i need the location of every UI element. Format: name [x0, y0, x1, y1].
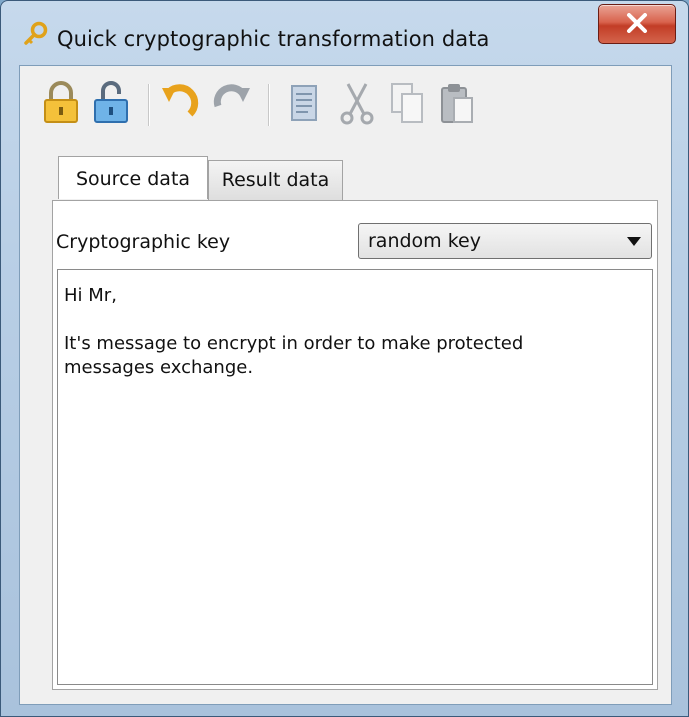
cut-icon — [340, 83, 374, 125]
toolbar-separator — [148, 84, 149, 126]
paste-icon — [441, 84, 473, 123]
encrypt-button[interactable] — [40, 80, 82, 126]
cut-button[interactable] — [336, 80, 378, 126]
undo-button[interactable] — [160, 80, 202, 126]
lock-open-icon — [94, 81, 128, 123]
document-icon — [291, 85, 317, 121]
undo-icon — [162, 84, 199, 117]
tab-result-data[interactable]: Result data — [208, 160, 343, 200]
close-icon — [627, 13, 647, 33]
toolbar — [20, 66, 671, 142]
message-line: messages exchange. — [64, 357, 254, 378]
copy-button[interactable] — [386, 80, 428, 126]
select-all-button[interactable] — [282, 80, 324, 126]
cryptographic-key-label: Cryptographic key — [56, 231, 231, 253]
key-select[interactable]: random key — [358, 223, 652, 259]
lock-closed-icon — [44, 81, 78, 123]
window-title: Quick cryptographic transformation data — [57, 27, 490, 51]
source-data-panel: Cryptographic key random key Hi Mr, It's… — [52, 200, 658, 690]
client-area: Source data Result data Cryptographic ke… — [19, 65, 672, 705]
redo-icon — [213, 84, 250, 108]
app-window: Quick cryptographic transformation data — [0, 0, 689, 717]
message-textarea[interactable]: Hi Mr, It's message to encrypt in order … — [57, 269, 653, 685]
title-bar: Quick cryptographic transformation data — [1, 1, 688, 51]
message-line: It's message to encrypt in order to make… — [64, 333, 524, 354]
toolbar-separator — [268, 84, 269, 126]
message-line: Hi Mr, — [64, 285, 117, 306]
tab-source-data[interactable]: Source data — [58, 156, 208, 199]
key-select-value: random key — [368, 230, 481, 252]
key-icon — [23, 21, 49, 47]
close-button[interactable] — [598, 4, 676, 44]
decrypt-button[interactable] — [90, 80, 132, 126]
redo-button[interactable] — [210, 80, 252, 126]
paste-button[interactable] — [436, 80, 478, 126]
copy-icon — [391, 83, 423, 123]
chevron-down-icon — [627, 237, 641, 246]
